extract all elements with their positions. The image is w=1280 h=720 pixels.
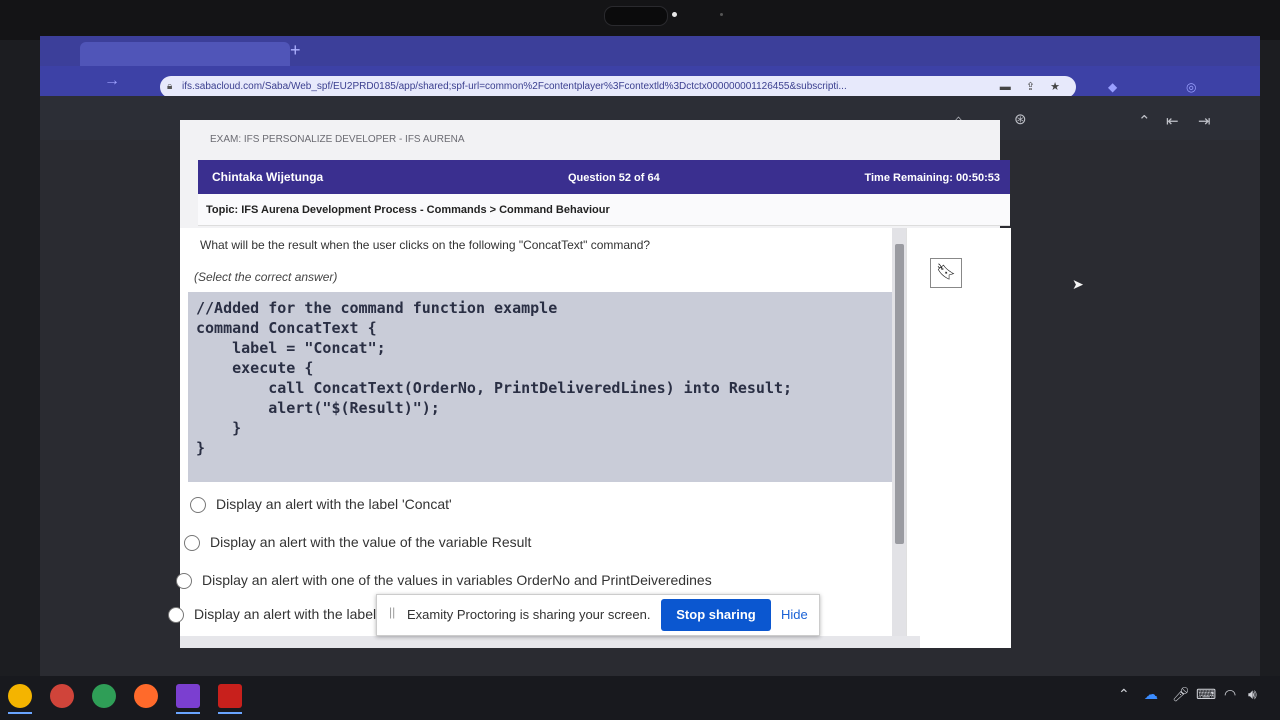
collapse-icon[interactable]: ⌃ — [1138, 112, 1151, 130]
firefox-app-icon[interactable] — [134, 684, 158, 708]
volume-icon[interactable]: 🔊︎ — [1248, 686, 1257, 703]
candidate-name: Chintaka Wijetunga — [212, 170, 324, 184]
keyboard-icon[interactable]: ⌨ — [1196, 686, 1216, 703]
microphone-icon[interactable]: 🎤︎ — [1172, 686, 1190, 703]
active-indicator — [218, 712, 242, 714]
profile-icon[interactable]: ◎ — [1186, 80, 1196, 94]
question-text: What will be the result when the user cl… — [200, 238, 651, 252]
active-indicator — [8, 712, 32, 714]
extension-icon[interactable]: ◆ — [1108, 80, 1117, 94]
radio-icon[interactable] — [168, 607, 184, 624]
help-icon[interactable]: ⊛ — [1014, 110, 1027, 128]
sensor-icon — [720, 13, 723, 16]
address-bar[interactable]: 🔒︎ ifs.sabacloud.com/Saba/Web_spf/EU2PRD… — [160, 76, 1076, 98]
lock-icon: 🔒︎ — [167, 81, 173, 92]
mouse-cursor-icon: ➤ — [1072, 276, 1084, 292]
answer-instruction: (Select the correct answer) — [194, 270, 338, 284]
code-block: //Added for the command function example… — [188, 292, 916, 482]
browser-tab-strip: + — [40, 36, 1260, 66]
option-label: Display an alert with the value of the v… — [210, 534, 532, 550]
answer-option[interactable]: Display an alert with the label 'R... — [168, 606, 405, 624]
radio-icon[interactable] — [190, 497, 206, 514]
onedrive-icon[interactable]: ☁ — [1144, 686, 1158, 703]
browser-tab[interactable] — [80, 42, 290, 66]
answer-option[interactable]: Display an alert with the value of the v… — [184, 534, 532, 552]
exam-header: Chintaka Wijetunga Question 52 of 64 Tim… — [198, 160, 1010, 194]
active-indicator — [176, 712, 200, 714]
radio-icon[interactable] — [176, 573, 192, 590]
drag-handle-icon[interactable]: || — [389, 605, 395, 619]
horizontal-scrollbar[interactable] — [180, 636, 920, 648]
chrome-app-icon[interactable] — [50, 684, 74, 708]
camera-led-icon — [672, 12, 677, 17]
option-label: Display an alert with the label 'R... — [194, 606, 405, 622]
forward-arrow-icon[interactable]: → — [104, 72, 120, 90]
exam-title: EXAM: IFS PERSONALIZE DEVELOPER - IFS AU… — [210, 134, 465, 145]
question-counter: Question 52 of 64 — [568, 172, 660, 184]
url-text: ifs.sabacloud.com/Saba/Web_spf/EU2PRD018… — [182, 81, 847, 92]
taskbar: ⌃ ☁ 🎤︎ ⌨ ◠ 🔊︎ — [0, 676, 1280, 720]
wifi-icon[interactable]: ◠ — [1224, 686, 1236, 703]
onenote-app-icon[interactable] — [176, 684, 200, 708]
chrome-app-icon[interactable] — [92, 684, 116, 708]
new-tab-icon[interactable]: + — [290, 40, 301, 61]
side-panel — [906, 228, 1011, 648]
first-page-icon[interactable]: ⇤ — [1166, 112, 1179, 130]
answer-option[interactable]: Display an alert with one of the values … — [176, 572, 712, 590]
radio-icon[interactable] — [184, 535, 200, 552]
stop-sharing-button[interactable]: Stop sharing — [661, 599, 771, 631]
acrobat-app-icon[interactable] — [218, 684, 242, 708]
time-remaining: Time Remaining: 00:50:53 — [864, 172, 1000, 184]
screen-share-bar: || Examity Proctoring is sharing your sc… — [376, 594, 820, 636]
share-message: Examity Proctoring is sharing your scree… — [407, 607, 651, 622]
webcam-icon — [604, 6, 668, 26]
scrollbar-thumb[interactable] — [895, 244, 904, 544]
option-label: Display an alert with one of the values … — [202, 572, 712, 588]
answer-option[interactable]: Display an alert with the label 'Concat' — [190, 496, 452, 514]
hide-link[interactable]: Hide — [781, 607, 808, 622]
tray-chevron-icon[interactable]: ⌃ — [1118, 686, 1130, 703]
bookmark-icon[interactable]: 🔖︎ — [930, 258, 962, 288]
address-bar-icons[interactable]: ▬ ⇪ ★ — [1000, 76, 1066, 98]
topic-breadcrumb: Topic: IFS Aurena Development Process - … — [198, 194, 1010, 226]
chrome-app-icon[interactable] — [8, 684, 32, 708]
option-label: Display an alert with the label 'Concat' — [216, 496, 452, 512]
last-page-icon[interactable]: ⇥ — [1198, 112, 1211, 130]
